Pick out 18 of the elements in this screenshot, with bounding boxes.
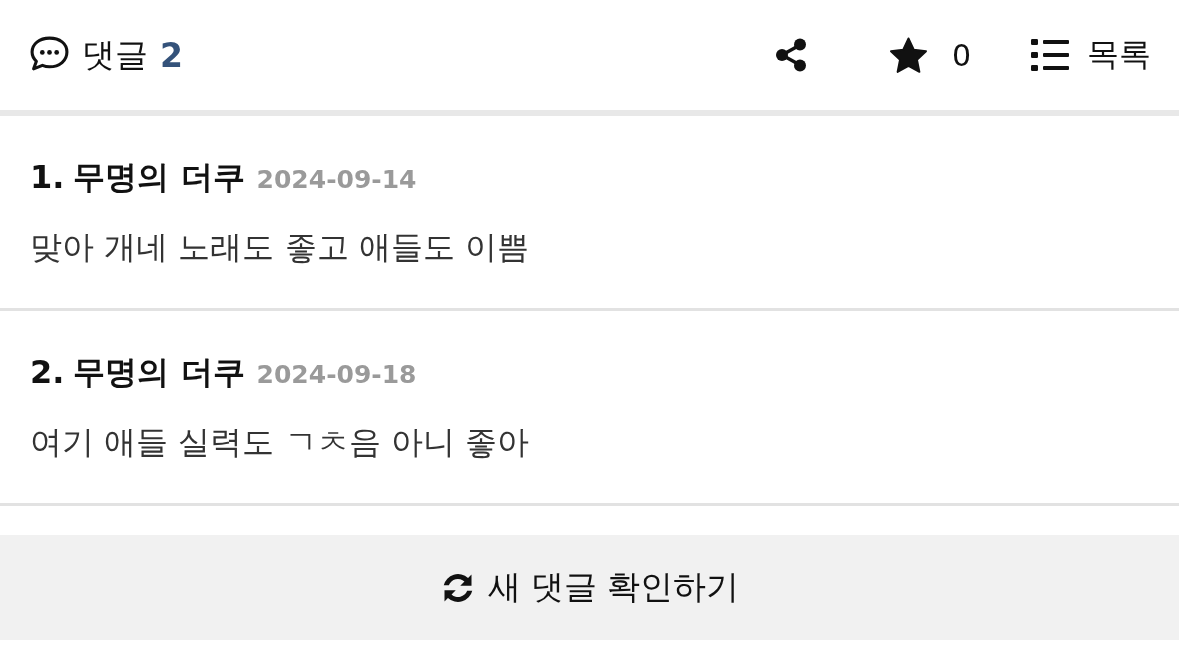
comment-count: 2 [160,35,183,75]
speech-bubble-icon [29,34,70,72]
comment-date: 2024-09-18 [256,360,417,389]
share-icon [774,38,807,72]
comments-label: 댓글 [82,33,148,76]
share-button[interactable] [774,38,807,72]
author-name: 무명의 더쿠 [73,157,245,198]
star-icon [888,36,928,74]
list-icon [1031,39,1069,71]
list-button[interactable]: 목록 [1031,33,1151,77]
comment-number: 2. [30,353,65,391]
comment-date: 2024-09-14 [256,165,417,194]
comment-text: 여기 애들 실력도 ㄱㅊ음 아니 좋아 [30,422,530,463]
comment-number: 1. [30,158,65,196]
favorite-button[interactable]: 0 [888,36,971,74]
refresh-comments-button[interactable]: 새 댓글 확인하기 [0,535,1179,640]
comment-text: 맞아 개네 노래도 좋고 애들도 이쁨 [30,227,530,268]
author-name: 무명의 더쿠 [73,352,245,393]
